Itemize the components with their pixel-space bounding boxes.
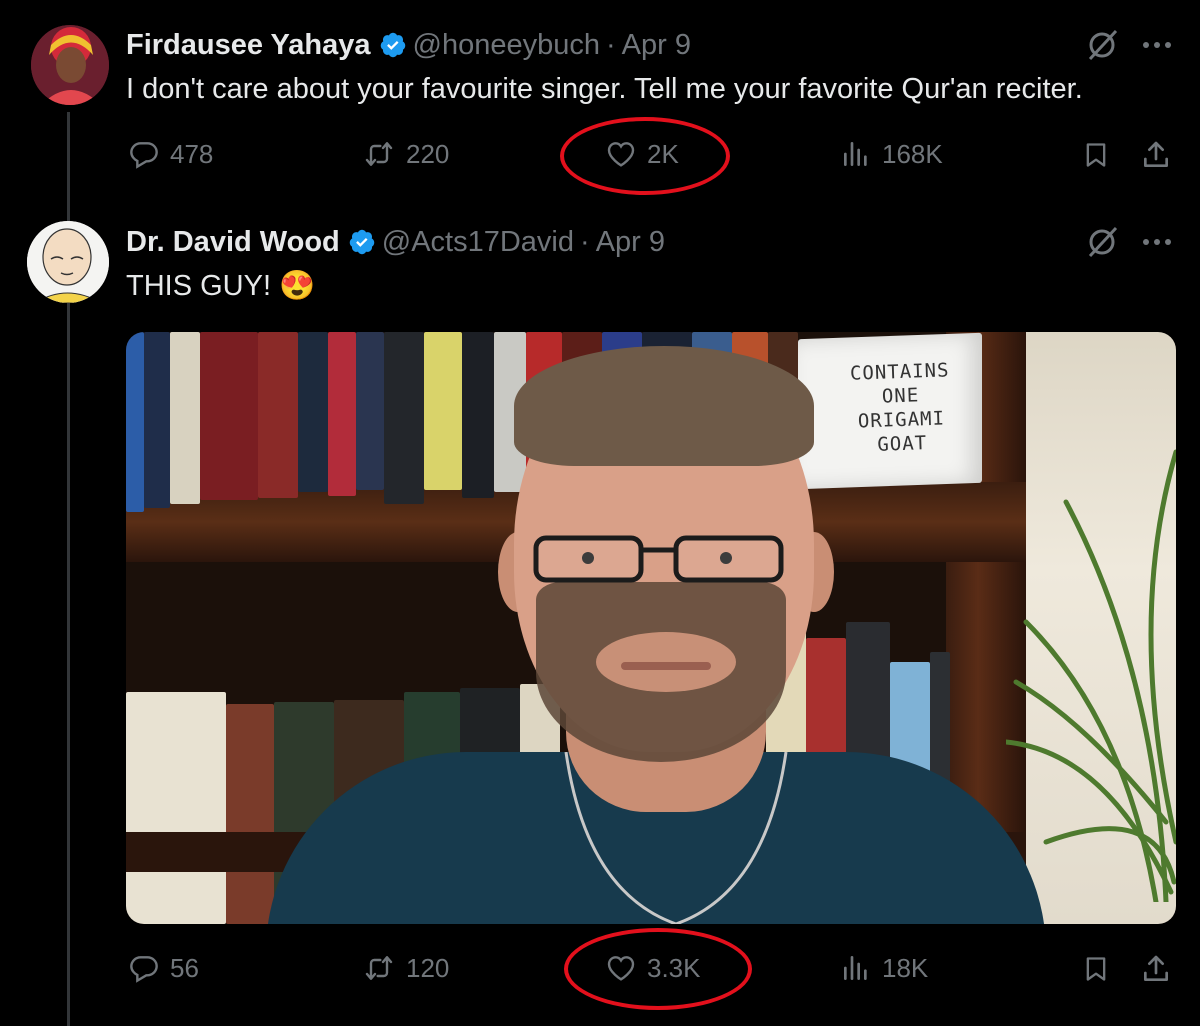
necklace (564, 752, 788, 924)
book (462, 332, 494, 498)
book (356, 332, 384, 490)
tweet-date[interactable]: Apr 9 (622, 29, 691, 62)
reply-button[interactable]: 56 (128, 952, 199, 984)
book (328, 332, 356, 496)
verified-badge-icon (348, 228, 376, 256)
reply-button[interactable]: 478 (128, 138, 213, 170)
tweet-header: Firdausee Yahaya @honeeybuch · Apr 9 (126, 23, 691, 67)
book (200, 332, 258, 500)
author-handle[interactable]: @honeeybuch (413, 29, 600, 62)
slashed-circle-icon[interactable] (1083, 223, 1121, 261)
book (258, 332, 298, 498)
hair (514, 346, 814, 466)
book (170, 332, 200, 504)
views-count: 18K (882, 952, 929, 983)
tweet-text: THIS GUY! 😍 (126, 270, 316, 302)
separator-dot: · (580, 225, 590, 258)
tweet-media-image[interactable]: CONTAINS ONE ORIGAMI GOAT (126, 332, 1176, 924)
slashed-circle-icon[interactable] (1083, 26, 1121, 64)
avatar[interactable] (31, 25, 109, 105)
repost-count: 120 (406, 952, 450, 983)
more-dots-icon[interactable] (1141, 223, 1173, 261)
share-upload-icon[interactable] (1140, 138, 1172, 172)
glasses (533, 535, 784, 583)
highlight-circle (564, 928, 752, 1010)
author-handle[interactable]: @Acts17David (382, 226, 574, 259)
mouth (621, 662, 711, 670)
repost-count: 220 (406, 138, 450, 169)
author-name[interactable]: Dr. David Wood (126, 226, 340, 259)
separator-dot: · (605, 28, 616, 61)
avatar[interactable] (27, 221, 109, 303)
reply-count: 56 (170, 952, 199, 983)
views-count: 168K (882, 138, 943, 169)
bar-chart-icon (844, 956, 867, 980)
book (384, 332, 424, 504)
views-button[interactable]: 168K (840, 138, 943, 170)
book (298, 332, 328, 492)
repost-button[interactable]: 220 (362, 138, 449, 170)
repost-button[interactable]: 120 (362, 952, 449, 984)
plant (1006, 449, 1176, 902)
speech-bubble-icon (130, 142, 158, 169)
bookmark-icon[interactable] (1082, 139, 1110, 171)
box-label: CONTAINS ONE ORIGAMI GOAT (824, 357, 977, 458)
views-button[interactable]: 18K (840, 952, 928, 984)
repost-arrows-icon (365, 142, 393, 166)
book (424, 332, 462, 490)
book (226, 704, 274, 924)
reply-count: 478 (170, 138, 214, 169)
verified-badge-icon (379, 31, 407, 59)
speech-bubble-icon (130, 956, 158, 983)
tweet-header: Dr. David Wood @Acts17David · Apr 9 (126, 220, 665, 264)
bar-chart-icon (844, 142, 867, 166)
bookmark-icon[interactable] (1082, 953, 1110, 985)
highlight-circle (560, 117, 730, 195)
more-dots-icon[interactable] (1141, 26, 1173, 64)
book (126, 692, 226, 924)
tweet-date[interactable]: Apr 9 (596, 226, 665, 259)
repost-arrows-icon (365, 956, 393, 980)
book (144, 332, 170, 508)
share-upload-icon[interactable] (1140, 952, 1172, 986)
book (126, 332, 144, 512)
author-name[interactable]: Firdausee Yahaya (126, 29, 371, 62)
tweet-text: I don't care about your favourite singer… (126, 73, 1083, 105)
